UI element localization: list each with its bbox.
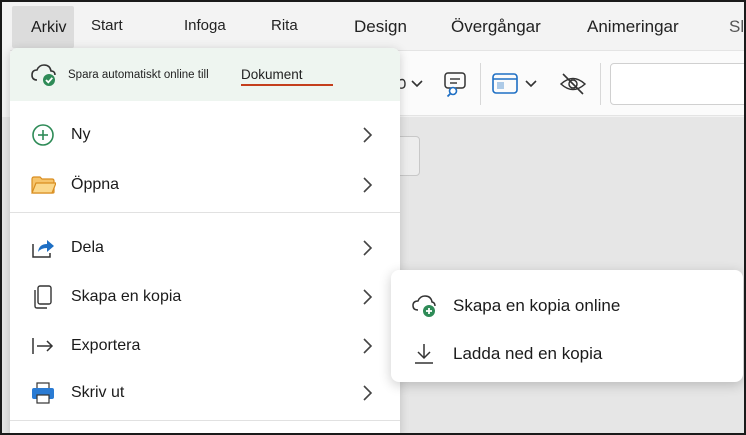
chevron-right-icon	[363, 289, 373, 305]
tab-infoga[interactable]: Infoga	[184, 17, 226, 34]
menu-item-exportera[interactable]: Exportera	[10, 323, 400, 369]
tab-arkiv[interactable]: Arkiv	[12, 6, 74, 48]
copy-submenu: Skapa en kopia online Ladda ned en kopia	[391, 270, 743, 382]
menu-item-ny[interactable]: Ny	[10, 112, 400, 158]
menu-item-label: Skapa en kopia	[71, 288, 182, 305]
menu-item-label: Dela	[71, 239, 104, 256]
menu-item-skriv-ut[interactable]: Skriv ut	[10, 370, 400, 416]
export-arrow-icon	[32, 338, 54, 354]
chevron-right-icon	[363, 385, 373, 401]
menu-item-label: Ny	[71, 126, 91, 143]
chevron-right-icon	[363, 338, 373, 354]
menu-divider	[10, 420, 400, 421]
menu-item-skapa-en-kopia[interactable]: Skapa en kopia	[10, 274, 400, 320]
menu-item-dela[interactable]: Dela	[10, 225, 400, 271]
hide-eye-icon[interactable]	[558, 69, 588, 99]
cloud-add-icon	[412, 295, 436, 317]
folder-icon	[31, 176, 56, 194]
tab-slideshow-partial[interactable]: Sl	[729, 17, 744, 37]
chevron-right-icon	[363, 127, 373, 143]
plus-circle-icon	[32, 124, 54, 146]
cloud-check-icon	[31, 64, 56, 86]
download-icon	[415, 344, 433, 364]
ribbon-tabs: Arkiv Start Infoga Rita Design Övergånga…	[2, 2, 744, 48]
layout-icon[interactable]	[490, 69, 544, 99]
tab-rita[interactable]: Rita	[271, 17, 298, 34]
copy-icon	[34, 285, 52, 309]
menu-item-label: Skriv ut	[71, 384, 125, 401]
file-menu: Spara automatiskt online till Dokument N…	[10, 48, 400, 435]
menu-item-label: Öppna	[71, 176, 120, 193]
dropdown-chevron-icon[interactable]	[396, 69, 426, 99]
submenu-item-skapa-kopia-online[interactable]: Skapa en kopia online	[391, 283, 743, 327]
autosave-location-link[interactable]: Dokument	[241, 67, 333, 86]
printer-icon	[32, 382, 54, 404]
tab-design[interactable]: Design	[354, 17, 407, 37]
autosave-text: Spara automatiskt online till	[68, 69, 209, 81]
chevron-right-icon	[363, 177, 373, 193]
tab-arkiv-label: Arkiv	[31, 19, 67, 36]
submenu-item-label: Skapa en kopia online	[453, 296, 621, 315]
menu-item-oppna[interactable]: Öppna	[10, 162, 400, 208]
menu-item-label: Exportera	[71, 337, 141, 354]
submenu-item-label: Ladda ned en kopia	[453, 344, 603, 363]
autosave-bar: Spara automatiskt online till Dokument	[10, 48, 400, 101]
share-icon	[32, 240, 54, 258]
tab-overgangar[interactable]: Övergångar	[451, 17, 541, 37]
tab-start[interactable]: Start	[91, 17, 123, 34]
tab-animeringar[interactable]: Animeringar	[587, 17, 679, 37]
chevron-right-icon	[363, 240, 373, 256]
comment-search-icon[interactable]	[442, 69, 470, 99]
menu-divider	[10, 212, 400, 213]
ribbon-search-box[interactable]	[610, 63, 746, 105]
submenu-item-ladda-ned-kopia[interactable]: Ladda ned en kopia	[391, 331, 743, 375]
